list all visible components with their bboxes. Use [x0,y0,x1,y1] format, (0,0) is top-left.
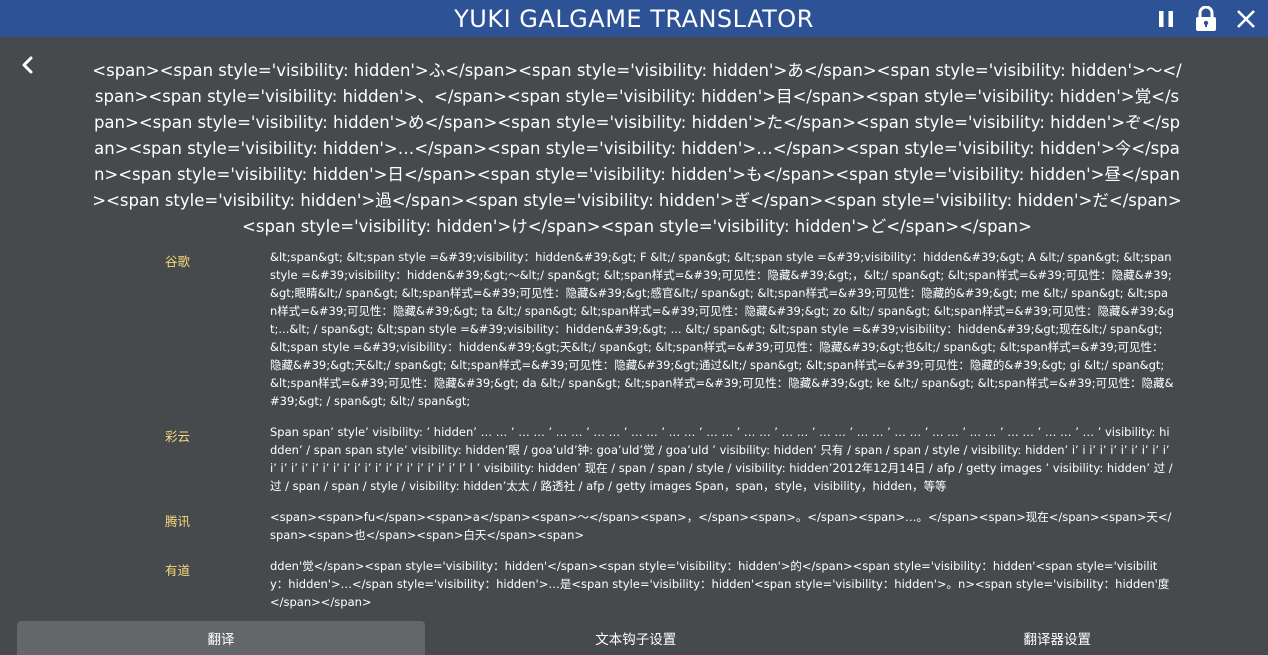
window-controls [1152,0,1260,37]
translator-name: 有道 [165,563,191,578]
pause-button[interactable] [1152,5,1180,33]
translation-row-google: 谷歌 &lt;span&gt; &lt;span style =&#39;vis… [0,248,1268,410]
translation-text: &lt;span&gt; &lt;span style =&#39;visibi… [270,250,1175,408]
close-button[interactable] [1232,5,1260,33]
translator-name: 彩云 [165,429,191,444]
tab-text-hook-settings[interactable]: 文本钩子设置 [425,621,847,655]
tab-translate[interactable]: 翻译 [17,621,425,655]
translation-row-caiyun: 彩云 Span span’ style’ visibility: ’ hidde… [0,423,1268,495]
translation-text: <span><span>fu</span><span>a</span><span… [270,510,1172,542]
title-bar: YUKI GALGAME TRANSLATOR [0,0,1268,37]
pause-icon [1159,10,1173,27]
translator-name: 腾讯 [165,514,191,529]
bottom-tab-bar: 翻译 文本钩子设置 翻译器设置 [0,621,1268,655]
tab-translator-settings[interactable]: 翻译器设置 [847,621,1268,655]
lock-icon [1196,5,1216,31]
chevron-left-icon [22,56,33,74]
back-button[interactable] [14,52,40,78]
app-title: YUKI GALGAME TRANSLATOR [454,4,814,33]
translation-text: Span span’ style’ visibility: ’ hidden’ … [270,425,1173,493]
translation-text: dden'觉</span><span style='visibility：hid… [270,559,1170,609]
translation-row-tencent: 腾讯 <span><span>fu</span><span>a</span><s… [0,508,1268,544]
translation-row-youdao: 有道 dden'觉</span><span style='visibility：… [0,557,1268,611]
close-icon [1237,9,1255,28]
translator-name: 谷歌 [165,254,191,269]
translation-results: 谷歌 &lt;span&gt; &lt;span style =&#39;vis… [0,248,1268,624]
source-text: <span><span style='visibility: hidden'>ふ… [92,61,1182,236]
lock-button[interactable] [1192,5,1220,33]
